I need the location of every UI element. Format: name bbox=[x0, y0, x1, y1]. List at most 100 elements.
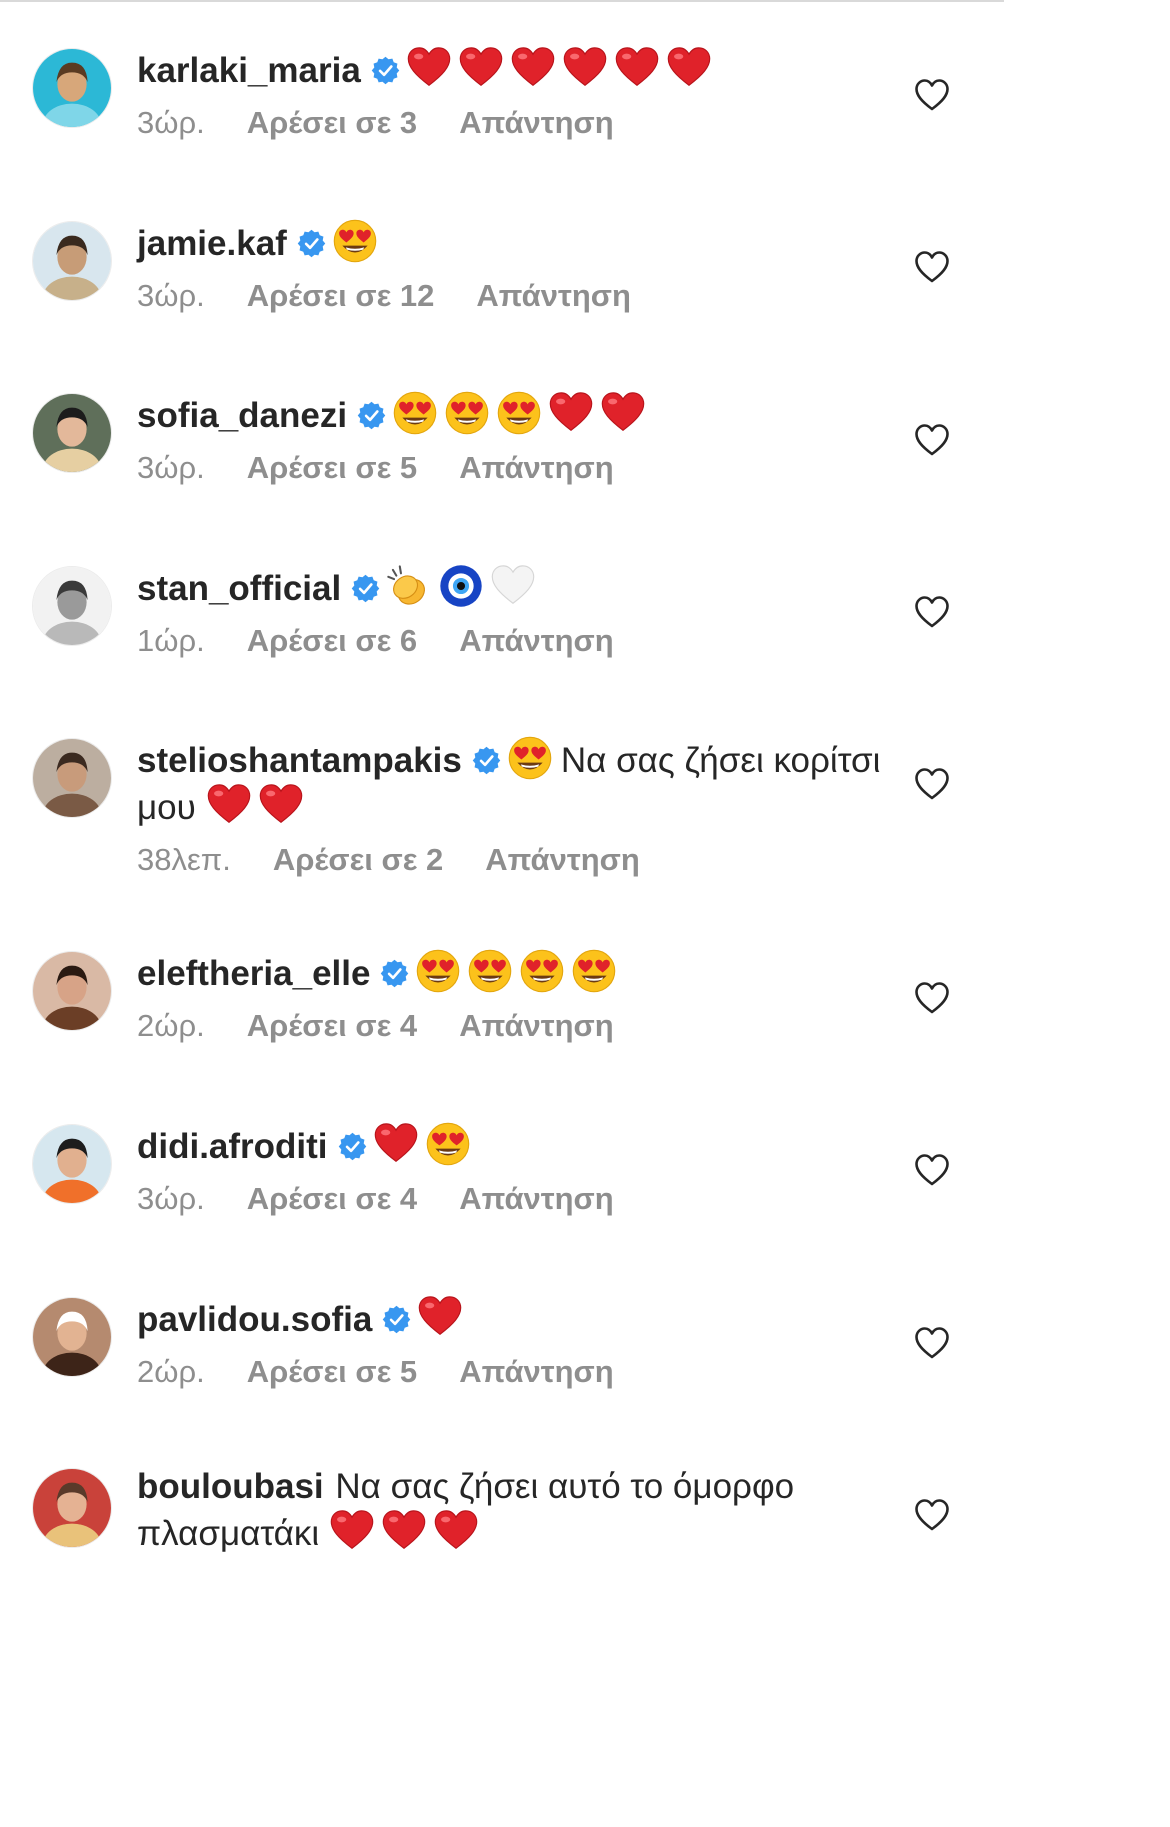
comment-body: eleftheria_elle 2ώρ. Αρέσει σε 4 Απάντηση bbox=[137, 948, 894, 1045]
red-heart-emoji-icon bbox=[373, 1121, 419, 1167]
comment-meta: 3ώρ. Αρέσει σε 3 Απάντηση bbox=[137, 104, 894, 142]
comment-timestamp: 1ώρ. bbox=[137, 623, 205, 658]
comment-timestamp: 3ώρ. bbox=[137, 450, 205, 485]
nazar-amulet-emoji-icon bbox=[438, 563, 484, 609]
comment-meta: 3ώρ. Αρέσει σε 12 Απάντηση bbox=[137, 277, 894, 315]
comment-body: karlaki_maria 3ώρ. Αρέσει σε 3 Απάντηση bbox=[137, 45, 894, 142]
comment-timestamp: 3ώρ. bbox=[137, 105, 205, 140]
reply-button[interactable]: Απάντηση bbox=[459, 623, 613, 658]
like-heart-icon[interactable] bbox=[914, 78, 950, 112]
top-divider bbox=[0, 0, 1004, 2]
heart-eyes-face-emoji-icon bbox=[496, 390, 542, 436]
like-count[interactable]: Αρέσει σε 4 bbox=[247, 1008, 417, 1043]
like-heart-icon[interactable] bbox=[914, 1153, 950, 1187]
comment-text: sofia_danezi bbox=[137, 390, 894, 437]
reply-button[interactable]: Απάντηση bbox=[459, 450, 613, 485]
comment-meta: 3ώρ. Αρέσει σε 4 Απάντηση bbox=[137, 1180, 894, 1218]
verified-badge-icon bbox=[351, 570, 380, 603]
like-count[interactable]: Αρέσει σε 5 bbox=[247, 1354, 417, 1389]
comment-text: bouloubasi Να σας ζήσει αυτό το όμορφο π… bbox=[137, 1465, 894, 1555]
comment-body: bouloubasi Να σας ζήσει αυτό το όμορφο π… bbox=[137, 1465, 894, 1555]
heart-eyes-face-emoji-icon bbox=[392, 390, 438, 436]
comment-text: eleftheria_elle bbox=[137, 948, 894, 995]
heart-eyes-face-emoji-icon bbox=[571, 948, 617, 994]
comment-text: jamie.kaf bbox=[137, 218, 894, 265]
red-heart-emoji-icon bbox=[381, 1508, 427, 1554]
heart-eyes-face-emoji-icon bbox=[332, 218, 378, 264]
like-count[interactable]: Αρέσει σε 5 bbox=[247, 450, 417, 485]
verified-badge-icon bbox=[338, 1128, 367, 1161]
comment-meta: 2ώρ. Αρέσει σε 5 Απάντηση bbox=[137, 1353, 894, 1391]
like-count[interactable]: Αρέσει σε 12 bbox=[247, 278, 435, 313]
heart-eyes-face-emoji-icon bbox=[519, 948, 565, 994]
red-heart-emoji-icon bbox=[258, 782, 304, 828]
username-link[interactable]: stan_official bbox=[137, 569, 341, 608]
red-heart-emoji-icon bbox=[614, 45, 660, 91]
like-heart-icon[interactable] bbox=[914, 423, 950, 457]
comment-timestamp: 3ώρ. bbox=[137, 1181, 205, 1216]
comment-body: pavlidou.sofia 2ώρ. Αρέσει σε 5 Απάντηση bbox=[137, 1294, 894, 1391]
comment-text: pavlidou.sofia bbox=[137, 1294, 894, 1341]
reply-button[interactable]: Απάντηση bbox=[476, 278, 630, 313]
comment-text: karlaki_maria bbox=[137, 45, 894, 92]
comment-meta: 1ώρ. Αρέσει σε 6 Απάντηση bbox=[137, 622, 894, 660]
like-heart-icon[interactable] bbox=[914, 1326, 950, 1360]
avatar[interactable] bbox=[32, 1297, 112, 1377]
comment-timestamp: 3ώρ. bbox=[137, 278, 205, 313]
like-heart-icon[interactable] bbox=[914, 1498, 950, 1532]
heart-eyes-face-emoji-icon bbox=[444, 390, 490, 436]
like-count[interactable]: Αρέσει σε 4 bbox=[247, 1181, 417, 1216]
comment-text: stan_official bbox=[137, 563, 894, 610]
white-heart-emoji-icon bbox=[490, 563, 536, 609]
username-link[interactable]: didi.afroditi bbox=[137, 1127, 328, 1166]
reply-button[interactable]: Απάντηση bbox=[459, 1354, 613, 1389]
reply-button[interactable]: Απάντηση bbox=[485, 842, 639, 877]
avatar[interactable] bbox=[32, 951, 112, 1031]
comment-body: stan_official 1ώρ. Αρέσει σε 6 Απάντηση bbox=[137, 563, 894, 660]
comment-timestamp: 2ώρ. bbox=[137, 1008, 205, 1043]
avatar[interactable] bbox=[32, 566, 112, 646]
username-link[interactable]: jamie.kaf bbox=[137, 224, 287, 263]
red-heart-emoji-icon bbox=[548, 390, 594, 436]
username-link[interactable]: pavlidou.sofia bbox=[137, 1300, 372, 1339]
verified-badge-icon bbox=[382, 1301, 411, 1334]
comment-body: stelioshantampakis Να σας ζήσει κορίτσι μ… bbox=[137, 735, 894, 879]
reply-button[interactable]: Απάντηση bbox=[459, 1181, 613, 1216]
heart-eyes-face-emoji-icon bbox=[415, 948, 461, 994]
comment-text: stelioshantampakis Να σας ζήσει κορίτσι μ… bbox=[137, 735, 894, 829]
comment-timestamp: 38λεπ. bbox=[137, 842, 231, 877]
comment-body: jamie.kaf 3ώρ. Αρέσει σε 12 Απάντηση bbox=[137, 218, 894, 315]
heart-eyes-face-emoji-icon bbox=[425, 1121, 471, 1167]
username-link[interactable]: karlaki_maria bbox=[137, 51, 361, 90]
username-link[interactable]: eleftheria_elle bbox=[137, 954, 370, 993]
like-heart-icon[interactable] bbox=[914, 981, 950, 1015]
avatar[interactable] bbox=[32, 48, 112, 128]
red-heart-emoji-icon bbox=[666, 45, 712, 91]
username-link[interactable]: bouloubasi bbox=[137, 1467, 324, 1506]
like-count[interactable]: Αρέσει σε 3 bbox=[247, 105, 417, 140]
red-heart-emoji-icon bbox=[562, 45, 608, 91]
like-count[interactable]: Αρέσει σε 6 bbox=[247, 623, 417, 658]
like-heart-icon[interactable] bbox=[914, 250, 950, 284]
username-link[interactable]: sofia_danezi bbox=[137, 396, 347, 435]
red-heart-emoji-icon bbox=[406, 45, 452, 91]
comment-meta: 2ώρ. Αρέσει σε 4 Απάντηση bbox=[137, 1007, 894, 1045]
clapping-hands-emoji-icon bbox=[386, 563, 432, 609]
red-heart-emoji-icon bbox=[458, 45, 504, 91]
avatar[interactable] bbox=[32, 393, 112, 473]
reply-button[interactable]: Απάντηση bbox=[459, 105, 613, 140]
comment-meta: 38λεπ. Αρέσει σε 2 Απάντηση bbox=[137, 841, 894, 879]
avatar[interactable] bbox=[32, 221, 112, 301]
verified-badge-icon bbox=[357, 397, 386, 430]
username-link[interactable]: stelioshantampakis bbox=[137, 741, 462, 780]
red-heart-emoji-icon bbox=[433, 1508, 479, 1554]
verified-badge-icon bbox=[371, 52, 400, 85]
like-heart-icon[interactable] bbox=[914, 595, 950, 629]
avatar[interactable] bbox=[32, 738, 112, 818]
red-heart-emoji-icon bbox=[206, 782, 252, 828]
reply-button[interactable]: Απάντηση bbox=[459, 1008, 613, 1043]
like-count[interactable]: Αρέσει σε 2 bbox=[273, 842, 443, 877]
avatar[interactable] bbox=[32, 1124, 112, 1204]
avatar[interactable] bbox=[32, 1468, 112, 1548]
like-heart-icon[interactable] bbox=[914, 767, 950, 801]
